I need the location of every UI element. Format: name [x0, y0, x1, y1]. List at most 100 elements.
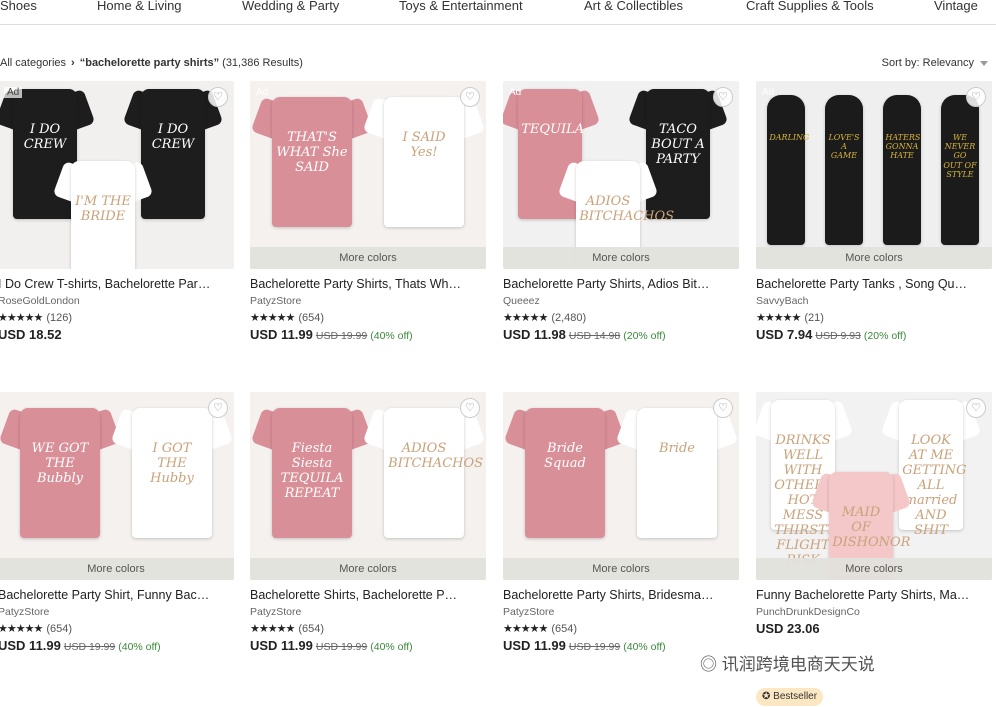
more-colors-banner[interactable]: More colors [0, 558, 234, 580]
product-image[interactable]: THAT'S WHAT She SAID I SAID Yes! More colo… [250, 81, 486, 269]
original-price: USD 19.99 [63, 641, 116, 653]
favorite-heart-icon[interactable]: ♡ [713, 398, 733, 418]
award-icon: ✪ [762, 691, 771, 702]
more-colors-banner[interactable]: More colors [250, 247, 486, 269]
review-count: (654) [298, 623, 324, 635]
product-title[interactable]: Bachelorette Party Shirt, Funny Bac… [0, 588, 234, 602]
ad-label: Ad [256, 87, 269, 98]
breadcrumb-all-categories[interactable]: All categories [0, 57, 66, 69]
product-title[interactable]: Bachelorette Party Shirts, Adios Bit… [503, 277, 739, 291]
ad-label: Ad [762, 87, 775, 98]
shirt-print-text: I DO CREW [151, 122, 195, 152]
favorite-heart-icon[interactable]: ♡ [966, 398, 986, 418]
shirt-print-text: HATERS GONNA HATE [885, 133, 921, 161]
product-title[interactable]: Bachelorette Shirts, Bachelorette P… [250, 588, 486, 602]
price: USD 11.99 [503, 638, 566, 653]
product-title[interactable]: Bachelorette Party Shirts, Bridesma… [503, 588, 739, 602]
product-card[interactable]: WE GOT THE Bubbly I GOT THE Hubby More col… [0, 392, 234, 653]
wechat-icon: ◎ [700, 655, 717, 674]
sort-dropdown[interactable]: Sort by: Relevancy [882, 57, 988, 69]
product-card[interactable]: Fiesta Siesta TEQUILA REPEAT ADIOS BITCHA… [250, 392, 486, 653]
product-title[interactable]: Funny Bachelorette Party Shirts, Ma… [756, 588, 992, 602]
discount: (40% off) [118, 641, 161, 653]
more-colors-banner[interactable]: More colors [503, 247, 739, 269]
review-count: (654) [551, 623, 577, 635]
product-title[interactable]: Bachelorette Party Tanks , Song Qu… [756, 277, 992, 291]
shop-name[interactable]: PatyzStore [250, 606, 486, 618]
breadcrumb: All categories › “bachelorette party shirt… [0, 57, 303, 69]
price: USD 11.98 [503, 327, 566, 342]
more-colors-banner[interactable]: More colors [503, 558, 739, 580]
shop-name[interactable]: SavvyBach [756, 295, 992, 307]
original-price: USD 9.93 [815, 330, 861, 342]
shirt-artwork: HATERS GONNA HATE [876, 95, 928, 245]
price-row: USD 7.94 USD 9.93 (20% off) [756, 327, 992, 342]
product-card[interactable]: I DO CREW I DO CREW I'M THE BRIDE Ad ♡ I Do C… [0, 81, 234, 342]
price: USD 11.99 [250, 327, 313, 342]
bestseller-badge: ✪ Bestseller [756, 688, 824, 706]
product-image[interactable]: Bride Squad Bride More colors ♡ [503, 392, 739, 580]
more-colors-banner[interactable]: More colors [250, 558, 486, 580]
shirt-artwork: WE GOT THE Bubbly [0, 407, 122, 538]
star-rating-icon: ★★★★★ [503, 312, 548, 324]
shirt-print-text: WE NEVER GO OUT OF STYLE [943, 133, 977, 179]
more-colors-banner[interactable]: More colors [756, 247, 992, 269]
nav-toys-entertainment[interactable]: Toys & Entertainment [399, 0, 523, 13]
rating: ★★★★★ (654) [250, 622, 486, 635]
nav-vintage[interactable]: Vintage [934, 0, 978, 13]
product-image[interactable]: WE GOT THE Bubbly I GOT THE Hubby More col… [0, 392, 234, 580]
discount: (40% off) [623, 641, 666, 653]
rating: ★★★★★ (654) [0, 622, 234, 635]
shop-name[interactable]: RoseGoldLondon [0, 295, 234, 307]
original-price: USD 14.98 [568, 330, 621, 342]
product-image[interactable]: Fiesta Siesta TEQUILA REPEAT ADIOS BITCHA… [250, 392, 486, 580]
product-image[interactable]: DRINKS WELL WITH OTHERS HOT MESS THIRSTY… [756, 392, 992, 580]
shirt-print-text: Bride [659, 441, 695, 456]
shop-name[interactable]: PatyzStore [250, 295, 486, 307]
caret-down-icon [980, 60, 988, 66]
shirt-artwork: Fiesta Siesta TEQUILA REPEAT [250, 407, 374, 538]
product-title[interactable]: Bachelorette Party Shirts, Thats Wh… [250, 277, 486, 291]
favorite-heart-icon[interactable]: ♡ [460, 398, 480, 418]
shirt-print-text: Fiesta Siesta TEQUILA REPEAT [280, 441, 344, 501]
favorite-heart-icon[interactable]: ♡ [208, 87, 228, 107]
shop-name[interactable]: Queeez [503, 295, 739, 307]
product-image[interactable]: I DO CREW I DO CREW I'M THE BRIDE Ad ♡ [0, 81, 234, 269]
discount: (20% off) [623, 330, 666, 342]
discount: (40% off) [370, 641, 413, 653]
shirt-print-text: THAT'S WHAT She SAID [276, 130, 348, 175]
product-card[interactable]: DRINKS WELL WITH OTHERS HOT MESS THIRSTY… [756, 392, 992, 636]
shirt-print-text: I'M THE BRIDE [75, 194, 131, 224]
product-card[interactable]: TEQUILA TACO BOUT A PARTY ADIOS BITCHACHOS… [503, 81, 739, 342]
nav-shoes[interactable]: Shoes [0, 0, 37, 13]
shop-name[interactable]: PatyzStore [503, 606, 739, 618]
product-image[interactable]: DARLING LOVE'S A GAME HATERS GONNA HATE WE … [756, 81, 992, 269]
shop-name[interactable]: PatyzStore [0, 606, 234, 618]
product-title[interactable]: I Do Crew T-shirts, Bachelorette Par… [0, 277, 234, 291]
shirt-print-text: I SAID Yes! [402, 130, 446, 160]
product-card[interactable]: THAT'S WHAT She SAID I SAID Yes! More colo… [250, 81, 486, 342]
original-price: USD 19.99 [568, 641, 621, 653]
original-price: USD 19.99 [315, 330, 368, 342]
shirt-print-text: DARLING [769, 133, 810, 142]
rating: ★★★★★ (2,480) [503, 311, 739, 324]
product-card[interactable]: Bride Squad Bride More colors ♡ Bachelorette… [503, 392, 739, 653]
nav-home-living[interactable]: Home & Living [97, 0, 182, 13]
nav-craft-supplies[interactable]: Craft Supplies & Tools [746, 0, 874, 13]
product-card[interactable]: DARLING LOVE'S A GAME HATERS GONNA HATE WE … [756, 81, 992, 342]
nav-art-collectibles[interactable]: Art & Collectibles [584, 0, 683, 13]
shirt-print-text: LOVE'S A GAME [828, 133, 860, 161]
chevron-right-icon: › [71, 57, 75, 69]
more-colors-banner[interactable]: More colors [756, 558, 992, 580]
star-rating-icon: ★★★★★ [503, 623, 548, 635]
favorite-heart-icon[interactable]: ♡ [966, 87, 986, 107]
product-image[interactable]: TEQUILA TACO BOUT A PARTY ADIOS BITCHACHOS… [503, 81, 739, 269]
price: USD 18.52 [0, 327, 62, 342]
star-rating-icon: ★★★★★ [250, 623, 295, 635]
favorite-heart-icon[interactable]: ♡ [713, 87, 733, 107]
favorite-heart-icon[interactable]: ♡ [460, 87, 480, 107]
shop-name[interactable]: PunchDrunkDesignCo [756, 606, 992, 618]
review-count: (654) [298, 312, 324, 324]
nav-wedding-party[interactable]: Wedding & Party [242, 0, 339, 13]
favorite-heart-icon[interactable]: ♡ [208, 398, 228, 418]
